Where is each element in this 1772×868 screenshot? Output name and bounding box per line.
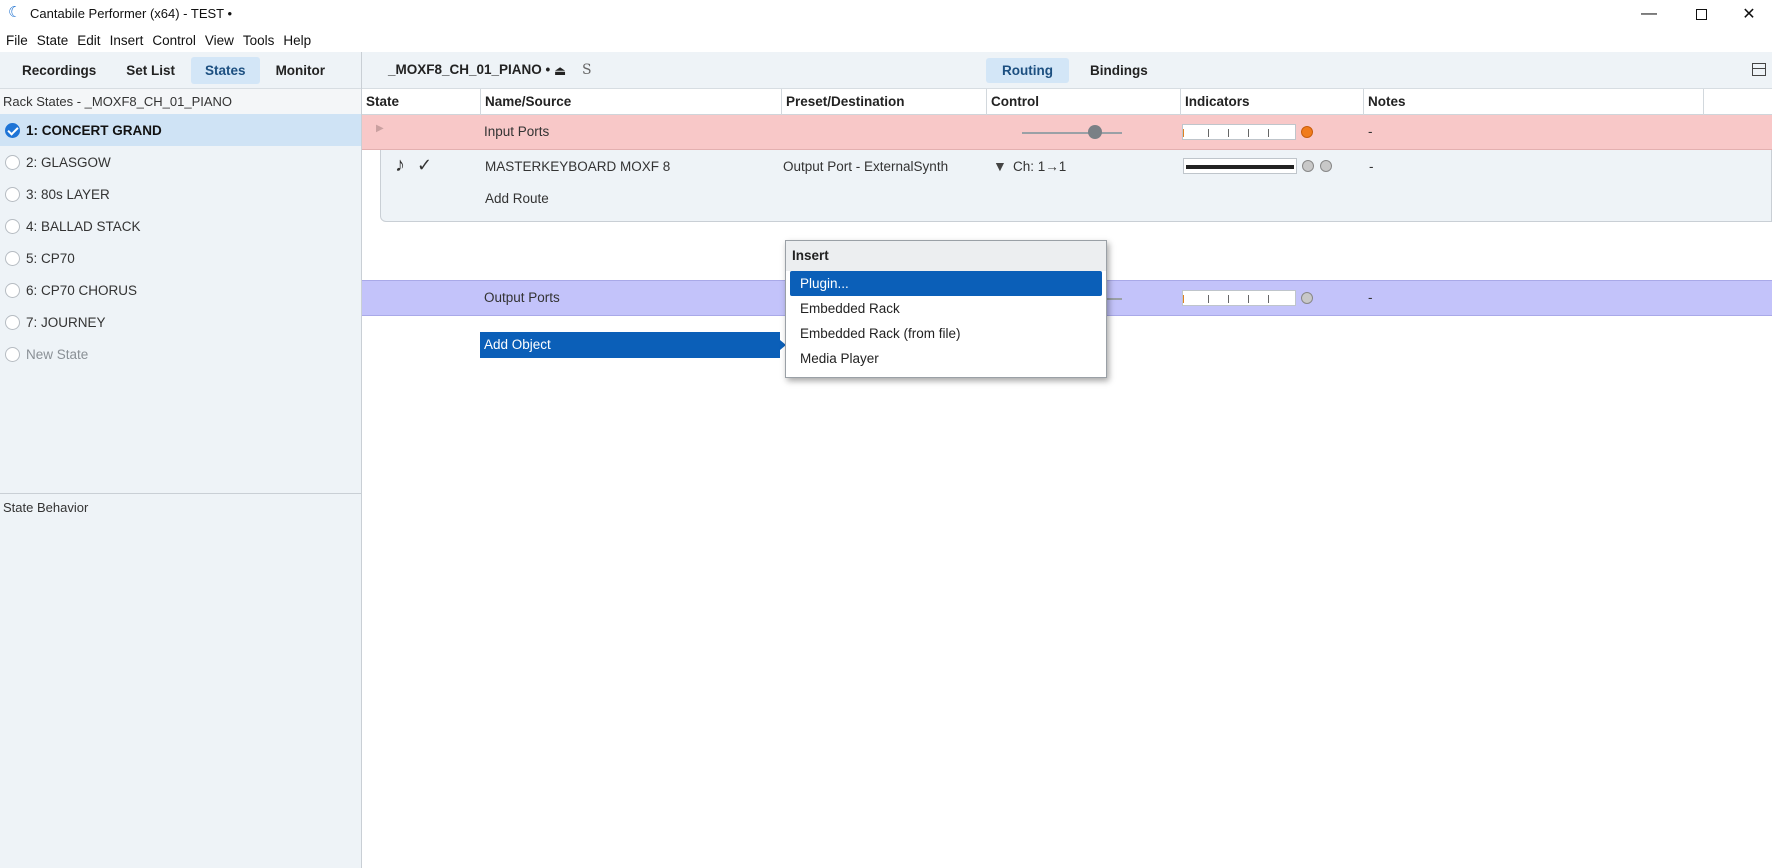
state-item-7[interactable]: 7: JOURNEY — [0, 306, 361, 338]
menu-control[interactable]: Control — [152, 33, 196, 48]
tab-routing[interactable]: Routing — [986, 58, 1069, 83]
column-indicators[interactable]: Indicators — [1181, 89, 1364, 115]
radio-icon — [5, 282, 20, 298]
menu-file[interactable]: File — [6, 33, 28, 48]
menu-item-embedded-rack-from-file[interactable]: Embedded Rack (from file) — [786, 321, 1106, 346]
input-ports-name: Input Ports — [484, 124, 550, 139]
checked-radio-icon — [5, 122, 20, 138]
add-route-button[interactable]: Add Route — [485, 191, 549, 206]
output-ports-notes[interactable]: - — [1368, 290, 1373, 305]
route-notes[interactable]: - — [1369, 159, 1374, 174]
new-state-item[interactable]: New State — [0, 338, 361, 370]
route-enabled-check-icon[interactable]: ✓ — [417, 155, 432, 176]
menu-state[interactable]: State — [37, 33, 69, 48]
s-button[interactable]: S — [582, 62, 592, 78]
tab-monitor[interactable]: Monitor — [262, 57, 340, 84]
menu-edit[interactable]: Edit — [77, 33, 100, 48]
radio-icon — [5, 250, 20, 266]
state-item-4[interactable]: 4: BALLAD STACK — [0, 210, 361, 242]
menu-insert[interactable]: Insert — [110, 33, 144, 48]
tab-recordings[interactable]: Recordings — [8, 57, 110, 84]
radio-icon — [5, 346, 20, 362]
tab-states[interactable]: States — [191, 56, 260, 84]
add-object-button[interactable]: Add Object — [480, 332, 786, 358]
state-item-label: 4: BALLAD STACK — [26, 218, 141, 234]
rack-states-header: Rack States - _MOXF8_CH_01_PIANO — [0, 89, 361, 114]
column-header: State Name/Source Preset/Destination Con… — [362, 89, 1772, 115]
input-ports-notes[interactable]: - — [1368, 124, 1373, 139]
routing-panel: _MOXF8_CH_01_PIANO • ⏏ S Routing Binding… — [362, 52, 1772, 868]
state-item-2[interactable]: 2: GLASGOW — [0, 146, 361, 178]
state-item-label: 3: 80s LAYER — [26, 186, 110, 202]
filter-icon[interactable]: ▼ — [993, 158, 1007, 174]
column-control[interactable]: Control — [987, 89, 1181, 115]
state-item-6[interactable]: 6: CP70 CHORUS — [0, 274, 361, 306]
panel-layout-icon[interactable] — [1752, 63, 1766, 76]
route-destination[interactable]: Output Port - ExternalSynth — [783, 159, 948, 174]
state-item-label: 6: CP70 CHORUS — [26, 282, 138, 298]
tab-bindings[interactable]: Bindings — [1074, 58, 1164, 83]
radio-icon — [5, 314, 20, 330]
close-button[interactable]: ✕ — [1724, 0, 1772, 28]
route-led-icon — [1302, 160, 1314, 172]
radio-icon — [5, 218, 20, 234]
menu-view[interactable]: View — [205, 33, 234, 48]
state-behavior-panel: State Behavior — [0, 493, 361, 816]
output-activity-led-icon — [1301, 292, 1313, 304]
maximize-button[interactable] — [1676, 0, 1726, 28]
route-level-meter — [1183, 158, 1297, 174]
state-item-label: 7: JOURNEY — [26, 314, 106, 330]
menu-item-embedded-rack[interactable]: Embedded Rack — [786, 296, 1106, 321]
window-title: Cantabile Performer (x64) - TEST • — [30, 6, 233, 21]
state-item-1[interactable]: 1: CONCERT GRAND — [0, 114, 361, 146]
route-channel[interactable]: Ch: 1→1 — [1013, 159, 1066, 174]
column-state[interactable]: State — [362, 89, 481, 115]
column-notes[interactable]: Notes — [1364, 89, 1704, 115]
column-name-source[interactable]: Name/Source — [481, 89, 782, 115]
menu-tools[interactable]: Tools — [243, 33, 275, 48]
new-state-label: New State — [26, 346, 89, 362]
eject-icon[interactable]: ⏏ — [554, 63, 566, 79]
route-source[interactable]: MASTERKEYBOARD MOXF 8 — [485, 159, 670, 174]
state-item-label: 5: CP70 — [26, 250, 75, 266]
menu-help[interactable]: Help — [283, 33, 311, 48]
tab-set-list[interactable]: Set List — [112, 57, 189, 84]
state-item-label: 1: CONCERT GRAND — [26, 122, 162, 138]
rack-name[interactable]: _MOXF8_CH_01_PIANO • — [388, 62, 550, 77]
expand-arrow-icon[interactable]: ▶ — [376, 123, 384, 134]
minimize-button[interactable]: — — [1624, 0, 1674, 28]
state-item-label: 2: GLASGOW — [26, 154, 111, 170]
insert-menu: Insert Plugin... Embedded Rack Embedded … — [785, 240, 1107, 378]
route-group: ♪ ✓ MASTERKEYBOARD MOXF 8 Output Port - … — [380, 150, 1772, 222]
input-gain-slider[interactable] — [1022, 132, 1122, 134]
input-level-meter — [1182, 124, 1296, 140]
route-led-icon — [1320, 160, 1332, 172]
output-ports-name: Output Ports — [484, 290, 560, 305]
title-bar: ☾ Cantabile Performer (x64) - TEST • — ✕ — [0, 0, 1772, 28]
left-tab-bar: Recordings Set List States Monitor — [0, 52, 361, 89]
state-item-3[interactable]: 3: 80s LAYER — [0, 178, 361, 210]
input-ports-row[interactable]: ▶ Input Ports - — [362, 115, 1772, 150]
radio-icon — [5, 154, 20, 170]
input-activity-led-icon — [1301, 126, 1313, 138]
menu-bar: File State Edit Insert Control View Tool… — [0, 28, 1772, 52]
menu-item-media-player[interactable]: Media Player — [786, 346, 1106, 371]
state-behavior-label: State Behavior — [3, 500, 89, 515]
slider-knob[interactable] — [1088, 125, 1102, 139]
insert-menu-header: Insert — [786, 241, 1106, 271]
output-level-meter — [1182, 290, 1296, 306]
rack-header-bar: _MOXF8_CH_01_PIANO • ⏏ S Routing Binding… — [362, 52, 1772, 89]
column-preset-destination[interactable]: Preset/Destination — [782, 89, 987, 115]
state-item-5[interactable]: 5: CP70 — [0, 242, 361, 274]
radio-icon — [5, 186, 20, 202]
midi-note-icon: ♪ — [395, 154, 405, 176]
menu-item-plugin[interactable]: Plugin... — [790, 271, 1102, 296]
cantabile-logo-icon: ☾ — [8, 4, 22, 21]
